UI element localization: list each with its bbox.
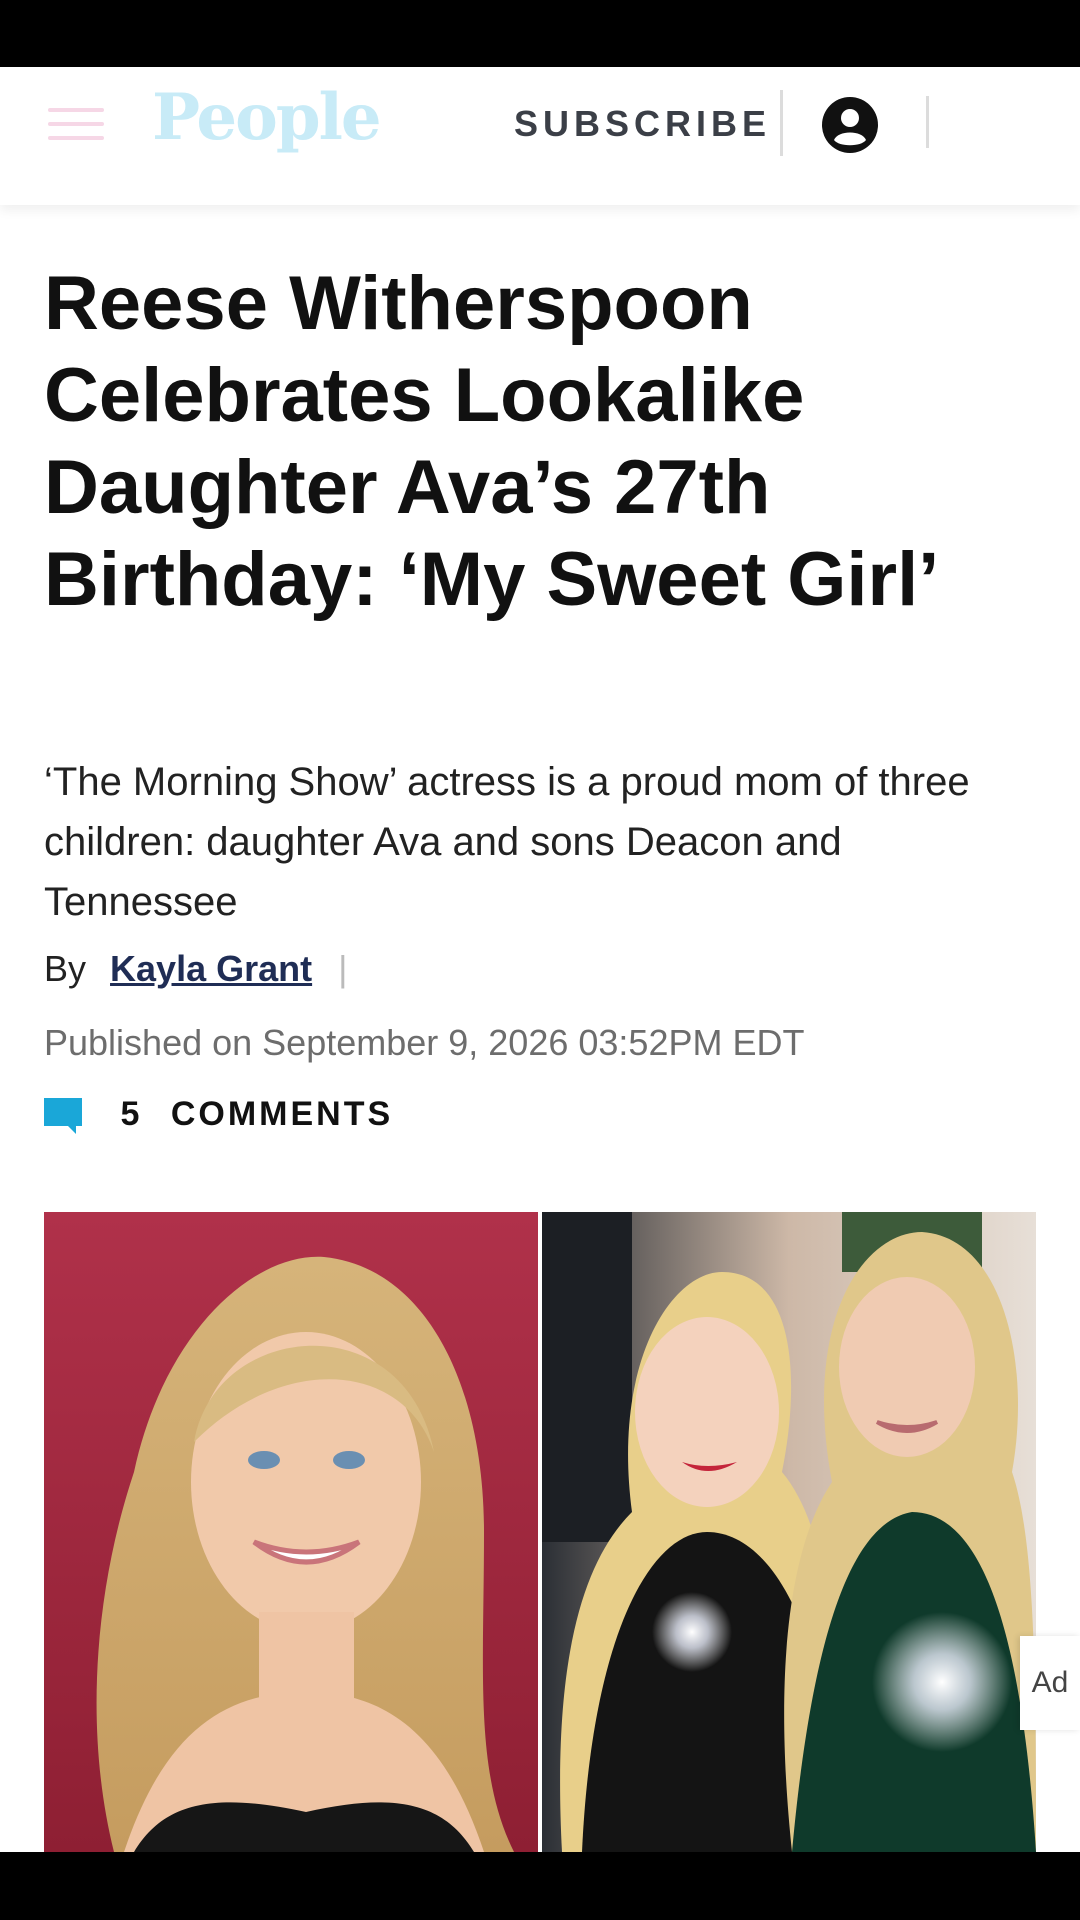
account-icon[interactable]: [820, 95, 880, 155]
article-title: Reese Witherspoon Celebrates Lookalike D…: [44, 261, 940, 622]
menu-icon[interactable]: [48, 108, 104, 148]
comments-count: 5: [120, 1095, 143, 1133]
family-image: [542, 1212, 1036, 1852]
publish-date: Published on September 9, 2026 03:52PM E…: [44, 1022, 805, 1063]
ad-tab[interactable]: Ad: [1020, 1636, 1080, 1730]
byline-prefix: By: [44, 948, 87, 989]
bottom-bar: [0, 1852, 1080, 1920]
header-divider: [780, 90, 783, 156]
status-bar: [0, 0, 1080, 67]
comment-icon: [44, 1098, 82, 1135]
byline: By Kayla Grant |: [44, 948, 347, 990]
author-link[interactable]: Kayla Grant: [110, 948, 312, 989]
hero-photo-right: [542, 1212, 1036, 1852]
byline-separator: |: [338, 948, 348, 989]
hero-photo-left: [44, 1212, 538, 1852]
portrait-image: [44, 1212, 538, 1852]
subscribe-button[interactable]: SUBSCRIBE: [514, 103, 771, 145]
comments-label: COMMENTS: [170, 1095, 394, 1133]
comments-link[interactable]: 5 COMMENTS: [44, 1095, 394, 1135]
site-logo[interactable]: People: [152, 80, 382, 155]
article-subtitle: ‘The Morning Show’ actress is a proud mo…: [44, 760, 970, 924]
header-divider-right: [926, 96, 929, 148]
